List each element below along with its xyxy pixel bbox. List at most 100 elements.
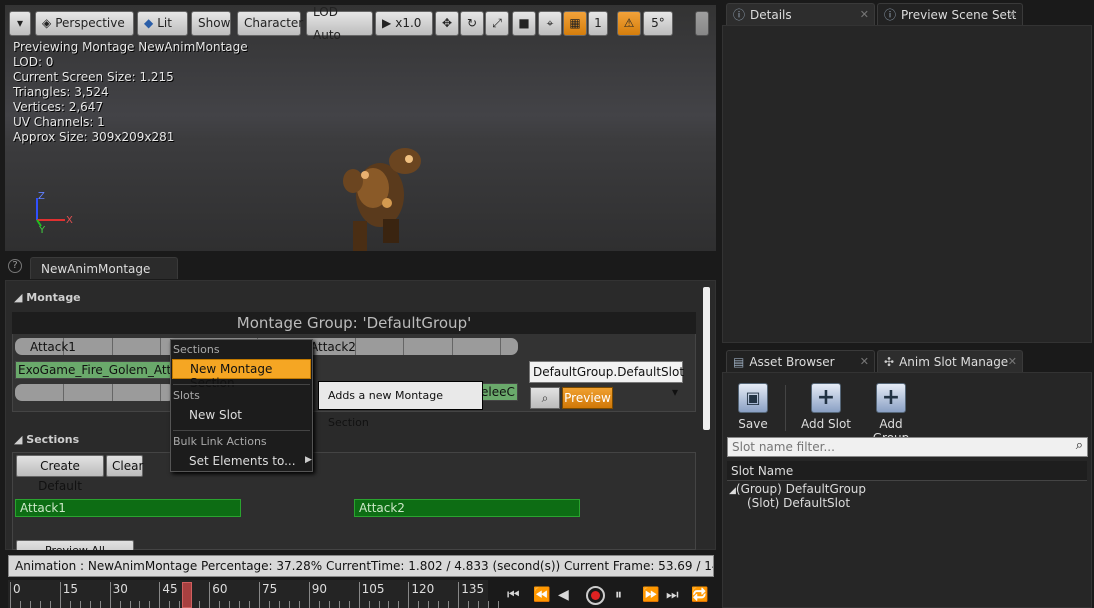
lit-button[interactable]: ◆ Lit <box>137 11 188 36</box>
timeline-minor-tick <box>119 601 121 608</box>
timeline-minor-tick <box>428 601 430 608</box>
menu-item-new-slot[interactable]: New Slot <box>189 408 242 422</box>
viewport-options-button[interactable]: ▾ <box>9 11 31 36</box>
close-icon[interactable]: ✕ <box>860 5 869 25</box>
scale-icon[interactable]: ⤢ <box>485 11 509 36</box>
slot-lane[interactable] <box>15 384 175 401</box>
search-icon[interactable]: ⌕ <box>1076 438 1083 453</box>
sections-heading[interactable]: ◢ Sections <box>14 433 79 446</box>
timeline-tick-label: 15 <box>62 582 79 596</box>
editor-scrollbar[interactable] <box>703 287 710 430</box>
timeline-minor-tick <box>418 601 420 608</box>
tree-item-group[interactable]: ◢(Group) DefaultGroup <box>729 482 866 496</box>
anim-segment[interactable]: ExoGame_Fire_Golem_Atta <box>15 361 175 379</box>
timeline-minor-tick <box>378 601 380 608</box>
tab-newanimmontage[interactable]: NewAnimMontage <box>30 257 178 279</box>
timeline-minor-tick <box>79 601 81 608</box>
help-icon[interactable]: ? <box>8 259 22 273</box>
rotate-icon[interactable]: ↻ <box>460 11 484 36</box>
context-menu: Sections New Montage Section Slots New S… <box>170 339 313 472</box>
skip-to-end-icon[interactable]: ⏭ <box>666 584 679 606</box>
add-icon: + <box>811 383 841 413</box>
grid-snap-icon[interactable]: ▦ <box>563 11 587 36</box>
timeline-minor-tick <box>338 601 340 608</box>
surface-snap-icon[interactable]: ⌖ <box>538 11 562 36</box>
tooltip: Adds a new Montage Section <box>318 381 483 429</box>
timeline-minor-tick <box>398 601 400 608</box>
preview-all-sections-button[interactable]: Preview All Sections <box>16 540 134 550</box>
preview-button[interactable]: Preview <box>562 387 613 409</box>
save-button[interactable]: ▣ Save <box>726 383 780 435</box>
timeline-major-tick <box>308 582 310 608</box>
section-marker-attack1[interactable]: Attack1 <box>30 340 76 354</box>
world-local-icon[interactable]: ■ <box>512 11 536 36</box>
tab-asset-browser[interactable]: ▤ Asset Browser ✕ <box>726 350 875 372</box>
close-icon[interactable]: ✕ <box>860 352 869 372</box>
tab-details[interactable]: ⓘ Details ✕ <box>726 3 875 25</box>
add-slot-button[interactable]: + Add Slot <box>799 383 853 435</box>
timeline-minor-tick <box>169 601 171 608</box>
timeline-minor-tick <box>268 601 270 608</box>
axis-gizmo: Z X Y <box>36 191 73 233</box>
menu-header-slots: Slots <box>173 389 200 402</box>
save-icon: ▣ <box>738 383 768 413</box>
stat-uv-channels: UV Channels: 1 <box>13 115 105 129</box>
loop-icon[interactable]: 🔁 <box>691 584 708 606</box>
timeline-minor-tick <box>468 601 470 608</box>
section-bar-attack2[interactable]: Attack2 <box>354 499 580 517</box>
slot-filter-box[interactable]: ⌕ <box>727 437 1088 457</box>
clear-button[interactable]: Clear <box>106 455 143 477</box>
angle-snap-icon[interactable]: ⚠ <box>617 11 641 36</box>
angle-snap-value[interactable]: 5° <box>643 11 673 36</box>
grid-snap-value[interactable]: 1 <box>588 11 608 36</box>
slot-name-column-header[interactable]: Slot Name <box>727 461 1087 481</box>
timeline-tick-label: 30 <box>112 582 128 596</box>
close-icon[interactable]: ✕ <box>1008 352 1017 372</box>
viewport-scroll-handle[interactable] <box>695 11 709 36</box>
pause-icon[interactable]: ⏸ <box>615 584 622 606</box>
step-back-icon[interactable]: ⏪ <box>533 584 550 606</box>
slot-name-filter-input[interactable] <box>728 438 1058 456</box>
timeline-minor-tick <box>49 601 51 608</box>
timeline-tick-label: 135 <box>461 582 485 596</box>
playback-speed-button[interactable]: ▶ x1.0 <box>375 11 433 36</box>
character-button[interactable]: Character <box>237 11 303 36</box>
show-button[interactable]: Show <box>191 11 231 36</box>
section-marker-attack2[interactable]: Attack2 <box>310 340 356 354</box>
play-reverse-icon[interactable]: ◀ <box>558 584 569 606</box>
perspective-button[interactable]: ◈ Perspective <box>35 11 134 36</box>
stat-approx-size: Approx Size: 309x209x281 <box>13 130 175 144</box>
timeline-major-tick <box>10 582 11 608</box>
skip-to-start-icon[interactable]: ⏮ <box>507 584 520 606</box>
timeline-minor-tick <box>478 601 480 608</box>
tab-anim-slot-manager[interactable]: ✣ Anim Slot Manage ✕ <box>877 350 1023 372</box>
slot-dropdown[interactable]: DefaultGroup.DefaultSlot ▾ <box>529 361 684 399</box>
add-group-button[interactable]: +Add Group <box>862 383 920 445</box>
tree-item-slot[interactable]: (Slot) DefaultSlot <box>747 496 850 510</box>
menu-item-new-montage-section[interactable]: New Montage Section <box>172 359 311 390</box>
timeline-minor-tick <box>89 601 91 608</box>
play-icon: ▶ <box>382 16 392 30</box>
lod-button[interactable]: LOD Auto <box>306 5 373 42</box>
section-bar-attack1[interactable]: Attack1 <box>15 499 241 517</box>
record-icon[interactable] <box>586 586 605 605</box>
timeline-minor-tick <box>149 601 151 608</box>
step-forward-icon[interactable]: ⏩ <box>642 584 659 606</box>
preview-viewport[interactable]: ▾ ◈ Perspective ◆ Lit Show Character LOD A… <box>5 5 716 251</box>
montage-heading[interactable]: ◢ Montage <box>14 291 81 304</box>
anim-segment-2[interactable]: eleeC <box>478 383 518 401</box>
tab-preview-scene-settings[interactable]: ⓘ Preview Scene Sett ✕ <box>877 3 1023 25</box>
stat-vertices: Vertices: 2,647 <box>13 100 104 114</box>
timeline-minor-tick <box>239 601 241 608</box>
timeline-scrubber[interactable]: 0 15 30 45 60 75 90 105 120 135 <box>8 580 500 608</box>
chevron-down-icon: ▾ <box>16 16 24 30</box>
close-icon[interactable]: ✕ <box>1008 5 1017 25</box>
timeline-minor-tick <box>129 601 131 608</box>
create-default-button[interactable]: Create Default <box>16 455 104 493</box>
slot-search-icon[interactable]: ⌕ <box>530 387 560 409</box>
translate-icon[interactable]: ✥ <box>435 11 459 36</box>
timeline-minor-tick <box>249 601 251 608</box>
timeline-playhead[interactable] <box>181 582 192 608</box>
menu-item-set-elements[interactable]: Set Elements to... <box>189 454 296 468</box>
timeline-minor-tick <box>139 601 141 608</box>
